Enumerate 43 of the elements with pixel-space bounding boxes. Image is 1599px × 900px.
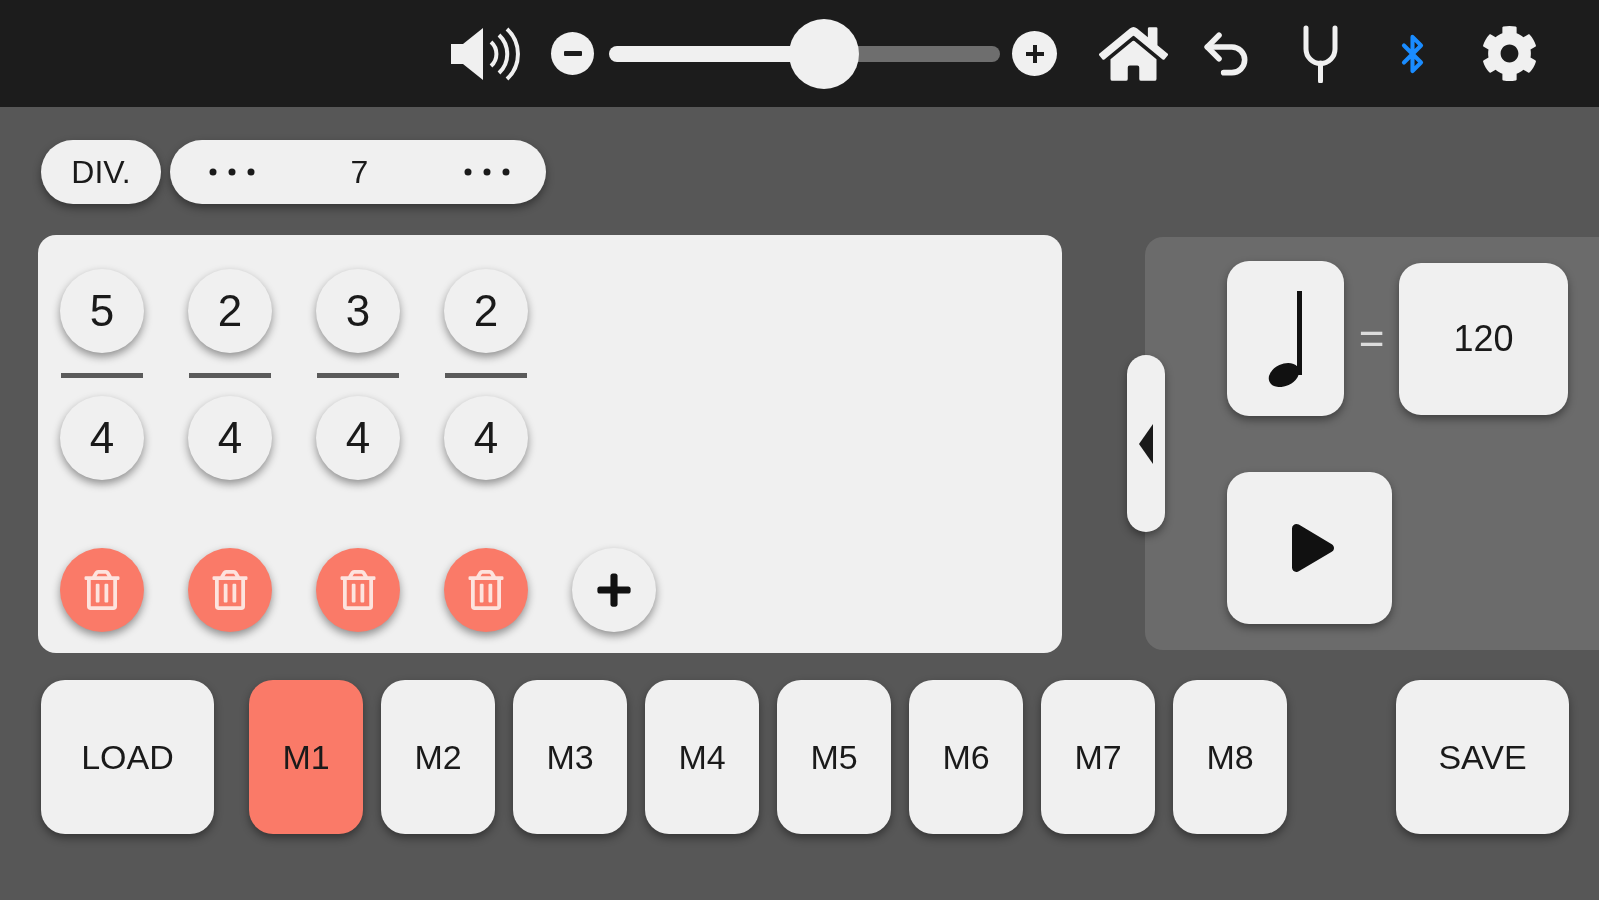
trash-icon [84, 570, 120, 610]
play-button[interactable] [1227, 472, 1392, 624]
numerator-button[interactable]: 3 [316, 269, 400, 353]
load-button[interactable]: LOAD [41, 680, 214, 834]
trash-icon [340, 570, 376, 610]
plus-icon [595, 571, 633, 609]
numerator-button[interactable]: 5 [60, 269, 144, 353]
memory-slot-button[interactable]: M3 [513, 680, 627, 834]
numerator-button[interactable]: 2 [444, 269, 528, 353]
volume-down-button[interactable] [551, 32, 594, 75]
division-value: 7 [350, 153, 369, 192]
decrease-button[interactable] [209, 168, 255, 176]
memory-slot-button[interactable]: M2 [381, 680, 495, 834]
denominator-button[interactable]: 4 [60, 396, 144, 480]
memory-slot-button[interactable]: M5 [777, 680, 891, 834]
triangle-left-icon [1139, 423, 1153, 464]
note-value-button[interactable] [1227, 261, 1344, 416]
dots-icon [464, 168, 510, 176]
increase-button[interactable] [464, 168, 510, 176]
denominator-button[interactable]: 4 [188, 396, 272, 480]
memory-slot-button[interactable]: M7 [1041, 680, 1155, 834]
quarter-note-icon [1266, 290, 1305, 387]
division-button[interactable]: DIV. [41, 140, 161, 204]
save-button[interactable]: SAVE [1396, 680, 1569, 834]
denominator-button[interactable]: 4 [316, 396, 400, 480]
add-button[interactable] [572, 548, 656, 632]
memory-slot-button[interactable]: M8 [1173, 680, 1287, 834]
trash-icon [212, 570, 248, 610]
numerator-button[interactable]: 2 [188, 269, 272, 353]
minus-icon [563, 51, 582, 56]
play-icon [1291, 524, 1334, 572]
denominator-button[interactable]: 4 [444, 396, 528, 480]
volume-up-button[interactable] [1012, 31, 1057, 76]
memory-slot-button[interactable]: M6 [909, 680, 1023, 834]
memory-slot-button[interactable]: M1 [249, 680, 363, 834]
equals-sign: = [1357, 316, 1386, 361]
settings-icon[interactable] [1481, 25, 1538, 82]
tempo-button[interactable]: 120 [1399, 262, 1568, 415]
memory-slot-button[interactable]: M4 [645, 680, 759, 834]
collapse-handle[interactable] [1127, 355, 1165, 532]
trash-icon [468, 570, 504, 610]
dots-icon [209, 168, 255, 176]
plus-icon [1025, 44, 1044, 63]
